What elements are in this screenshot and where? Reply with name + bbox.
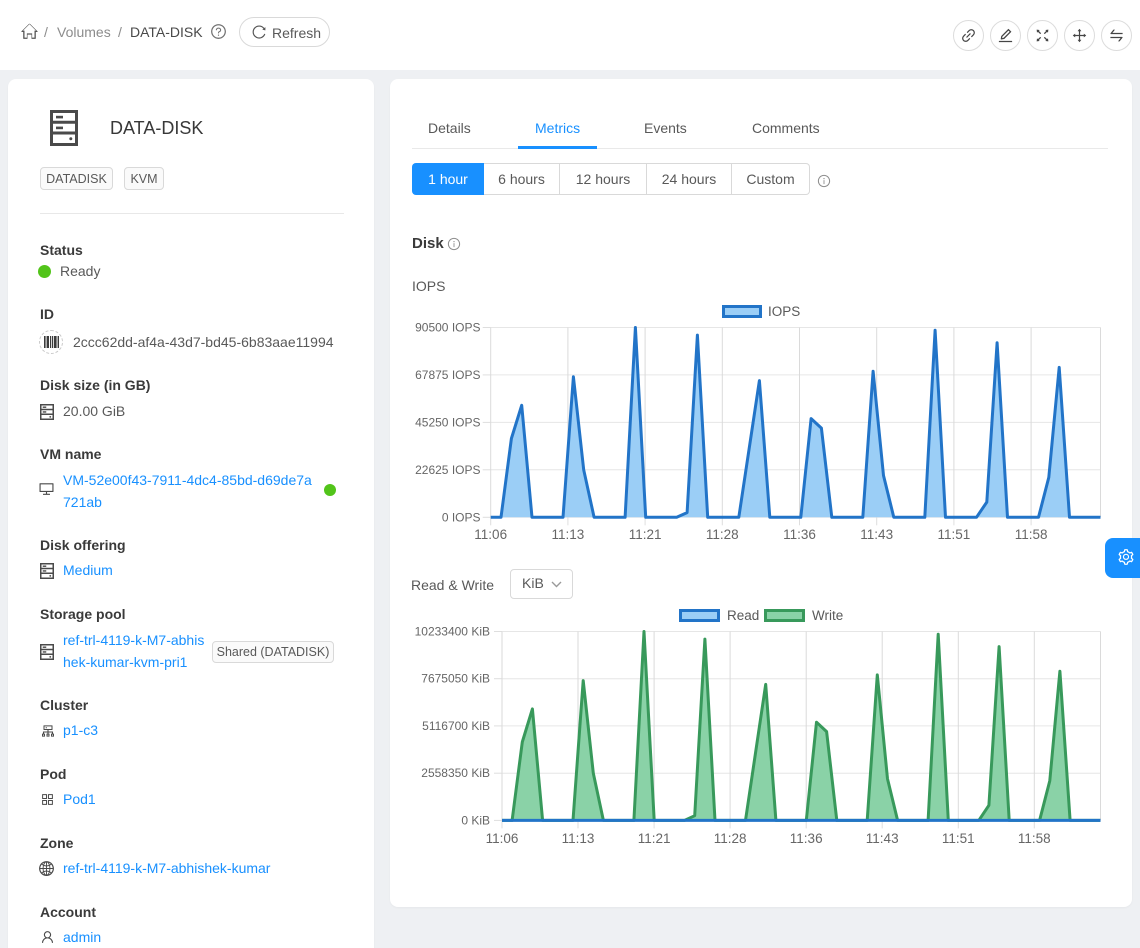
svg-text:11:06: 11:06 bbox=[486, 831, 519, 846]
svg-text:11:13: 11:13 bbox=[552, 527, 585, 542]
svg-text:0 KiB: 0 KiB bbox=[461, 813, 490, 827]
svg-text:10233400 KiB: 10233400 KiB bbox=[415, 625, 490, 639]
svg-text:11:58: 11:58 bbox=[1018, 831, 1051, 846]
svg-text:45250 IOPS: 45250 IOPS bbox=[415, 415, 480, 429]
svg-text:11:13: 11:13 bbox=[562, 831, 595, 846]
svg-text:11:43: 11:43 bbox=[866, 831, 899, 846]
svg-text:67875 IOPS: 67875 IOPS bbox=[415, 368, 480, 382]
svg-text:5116700 KiB: 5116700 KiB bbox=[422, 719, 490, 733]
svg-text:11:58: 11:58 bbox=[1015, 527, 1048, 542]
svg-text:11:28: 11:28 bbox=[706, 527, 739, 542]
svg-text:11:21: 11:21 bbox=[638, 831, 671, 846]
svg-text:11:51: 11:51 bbox=[942, 831, 975, 846]
svg-text:11:28: 11:28 bbox=[714, 831, 747, 846]
svg-text:11:06: 11:06 bbox=[474, 527, 507, 542]
svg-text:2558350 KiB: 2558350 KiB bbox=[421, 766, 490, 780]
svg-text:11:36: 11:36 bbox=[790, 831, 823, 846]
svg-text:0 IOPS: 0 IOPS bbox=[442, 510, 481, 524]
svg-text:11:51: 11:51 bbox=[938, 527, 971, 542]
svg-text:11:21: 11:21 bbox=[629, 527, 662, 542]
svg-text:11:43: 11:43 bbox=[860, 527, 893, 542]
svg-text:7675050 KiB: 7675050 KiB bbox=[421, 672, 490, 686]
svg-text:22625 IOPS: 22625 IOPS bbox=[415, 463, 480, 477]
svg-text:90500 IOPS: 90500 IOPS bbox=[415, 321, 480, 335]
svg-text:11:36: 11:36 bbox=[783, 527, 816, 542]
